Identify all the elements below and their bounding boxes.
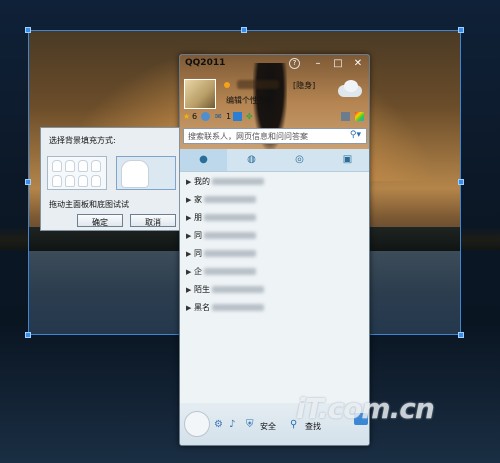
expand-arrow-icon: ▶ bbox=[186, 178, 192, 186]
sound-icon[interactable]: ♪ bbox=[229, 419, 235, 430]
tile-mode-option[interactable] bbox=[47, 156, 107, 190]
level-count: 6 bbox=[192, 112, 198, 121]
safety-button[interactable]: 安全 bbox=[260, 421, 276, 432]
app-icon[interactable] bbox=[233, 112, 242, 121]
apps-tab-icon[interactable]: ▣ bbox=[324, 149, 369, 171]
list-item[interactable]: ▶ 我的 bbox=[180, 173, 369, 191]
group-tab-icon[interactable]: ◍ bbox=[228, 149, 275, 171]
expand-arrow-icon: ▶ bbox=[186, 250, 192, 258]
group-name: 同 bbox=[194, 249, 202, 258]
clover-icon[interactable]: ✤ bbox=[246, 112, 253, 121]
group-name: 家 bbox=[194, 195, 202, 204]
status-icon-row: ★ 6 ✉ 1 ✤ bbox=[183, 112, 366, 124]
group-name: 黑名 bbox=[194, 303, 210, 312]
zone-icon[interactable] bbox=[201, 112, 210, 121]
dialog-hint: 拖动主面板和底图试试 bbox=[49, 200, 129, 209]
expand-arrow-icon: ▶ bbox=[186, 268, 192, 276]
mail-count: 1 bbox=[226, 112, 232, 121]
stretch-mode-option[interactable] bbox=[116, 156, 176, 190]
maximize-icon[interactable]: □ bbox=[330, 57, 346, 70]
cancel-button[interactable]: 取消 bbox=[130, 214, 176, 227]
group-name: 企 bbox=[194, 267, 202, 276]
online-status-icon[interactable] bbox=[224, 82, 230, 88]
dialog-title: 选择背景填充方式: bbox=[49, 136, 116, 145]
resize-handle-ml[interactable] bbox=[25, 179, 31, 185]
list-item[interactable]: ▶ 同 bbox=[180, 227, 369, 245]
list-item[interactable]: ▶ 黑名 bbox=[180, 299, 369, 317]
qq-logo-icon[interactable] bbox=[184, 411, 210, 437]
minimize-icon[interactable]: – bbox=[310, 57, 326, 70]
qq-main-panel[interactable]: QQ2011 ? – □ ✕ [隐身] 编辑个性签名 ★ 6 ✉ 1 ✤ 搜索联… bbox=[179, 54, 370, 446]
resize-handle-tl[interactable] bbox=[25, 27, 31, 33]
ok-button[interactable]: 确定 bbox=[77, 214, 123, 227]
resize-handle-tr[interactable] bbox=[458, 27, 464, 33]
expand-arrow-icon: ▶ bbox=[186, 286, 192, 294]
list-item[interactable]: ▶ 陌生 bbox=[180, 281, 369, 299]
mail-icon[interactable]: ✉ bbox=[215, 112, 222, 121]
list-item[interactable]: ▶ 同 bbox=[180, 245, 369, 263]
settings-icon[interactable]: ⚙ bbox=[214, 419, 223, 430]
signature-field[interactable]: 编辑个性签名 bbox=[226, 95, 274, 106]
list-item[interactable]: ▶ 朋 bbox=[180, 209, 369, 227]
recent-tab-icon[interactable]: ◎ bbox=[276, 149, 323, 171]
background-fill-dialog: 选择背景填充方式: 拖动主面板和底图试试 确定 取消 bbox=[40, 127, 180, 231]
close-icon[interactable]: ✕ bbox=[350, 57, 366, 70]
contact-group-list: ▶ 我的 ▶ 家 ▶ 朋 ▶ 同 ▶ 同 ▶ 企 ▶ 陌生 ▶ 黑名 bbox=[180, 173, 369, 317]
star-icon[interactable]: ★ bbox=[183, 112, 190, 121]
group-name: 同 bbox=[194, 231, 202, 240]
tool-icon[interactable] bbox=[341, 112, 350, 121]
resize-handle-br[interactable] bbox=[458, 332, 464, 338]
search-placeholder: 搜索联系人，网页信息和问问答案 bbox=[188, 132, 308, 141]
list-item[interactable]: ▶ 家 bbox=[180, 191, 369, 209]
help-icon[interactable]: ? bbox=[289, 58, 300, 69]
panel-tabs: ● ◍ ◎ ▣ bbox=[180, 149, 369, 172]
shield-icon[interactable]: ⛨ bbox=[246, 419, 254, 430]
resize-handle-tm[interactable] bbox=[241, 27, 247, 33]
status-tag[interactable]: [隐身] bbox=[293, 80, 315, 91]
expand-arrow-icon: ▶ bbox=[186, 196, 192, 204]
resize-handle-bl[interactable] bbox=[25, 332, 31, 338]
skin-icon[interactable] bbox=[355, 112, 364, 121]
app-title: QQ2011 bbox=[185, 58, 226, 68]
group-name: 陌生 bbox=[194, 285, 210, 294]
search-icon[interactable]: ⚲▾ bbox=[350, 130, 361, 140]
contacts-tab-icon[interactable]: ● bbox=[180, 149, 227, 171]
group-name: 朋 bbox=[194, 213, 202, 222]
title-bar[interactable]: QQ2011 ? – □ ✕ bbox=[180, 55, 369, 73]
expand-arrow-icon: ▶ bbox=[186, 232, 192, 240]
list-item[interactable]: ▶ 企 bbox=[180, 263, 369, 281]
expand-arrow-icon: ▶ bbox=[186, 304, 192, 312]
expand-arrow-icon: ▶ bbox=[186, 214, 192, 222]
watermark: iT.com.cn bbox=[296, 392, 435, 425]
panel-header: QQ2011 ? – □ ✕ [隐身] 编辑个性签名 ★ 6 ✉ 1 ✤ 搜索联… bbox=[180, 55, 369, 149]
weather-icon[interactable] bbox=[336, 79, 366, 101]
avatar[interactable] bbox=[184, 79, 216, 109]
search-input[interactable]: 搜索联系人，网页信息和问问答案 ⚲▾ bbox=[183, 128, 367, 144]
group-name: 我的 bbox=[194, 177, 210, 186]
resize-handle-mr[interactable] bbox=[458, 179, 464, 185]
nickname-blurred bbox=[237, 80, 279, 89]
